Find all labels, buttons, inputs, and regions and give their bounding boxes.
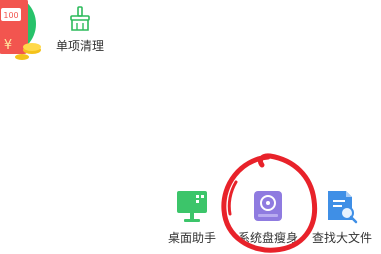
monitor-icon — [177, 191, 207, 222]
desktop-assistant-button[interactable]: 桌面助手 — [162, 188, 222, 248]
promo-badge-text: 100 — [3, 11, 18, 20]
promo-currency: ¥ — [4, 38, 12, 53]
desktop-assistant-label: 桌面助手 — [167, 231, 216, 245]
disk-slim-label: 系统盘瘦身 — [237, 231, 298, 245]
find-big-files-button[interactable]: 查找大文件 — [306, 188, 378, 248]
file-search-icon — [328, 191, 358, 224]
disk-icon — [254, 191, 282, 221]
red-packet-icon: 100 ¥ — [0, 0, 41, 60]
find-big-files-label: 查找大文件 — [311, 231, 372, 245]
broom-icon — [70, 6, 90, 31]
disk-slim-button[interactable]: 系统盘瘦身 — [232, 188, 304, 248]
single-cleanup-button[interactable]: 单项清理 — [50, 6, 110, 56]
red-packet-promo[interactable]: 100 ¥ — [0, 0, 42, 60]
tools-panel: 100 ¥ 单项清理 桌面助手 系统盘瘦身 查找大文件 — [0, 0, 381, 254]
single-cleanup-label: 单项清理 — [55, 39, 104, 53]
